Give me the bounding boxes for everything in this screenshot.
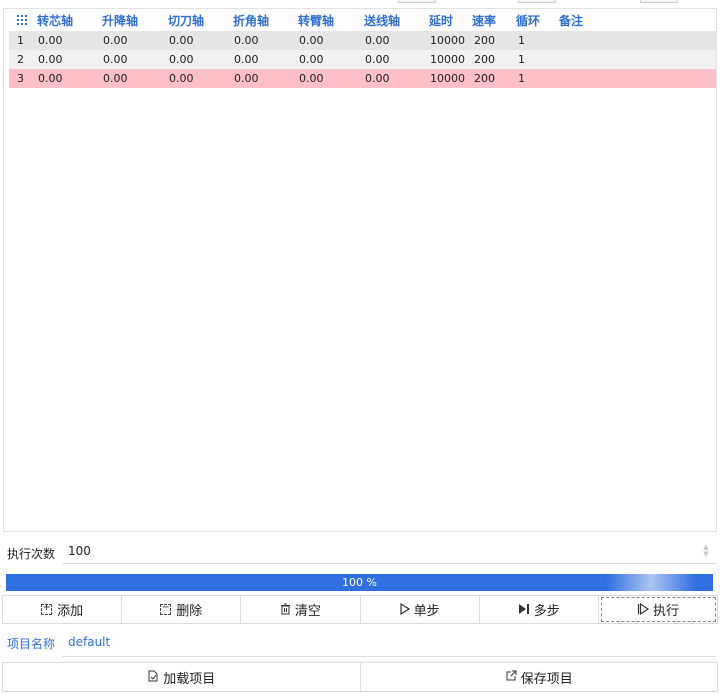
top-tab-stub [640,0,678,3]
table-cell[interactable]: 1 [518,34,525,47]
column-header[interactable]: 升降轴 [102,12,138,29]
delete-box-icon [160,602,172,615]
table-cell[interactable]: 0.00 [103,72,128,85]
table-cell[interactable]: 0.00 [234,53,259,66]
column-header[interactable]: 延时 [429,12,453,29]
progress-bar: 100 % [6,574,713,591]
table-cell[interactable]: 1 [518,53,525,66]
multi-step-button[interactable]: 多步 [479,595,599,624]
column-header[interactable]: 转芯轴 [37,12,73,29]
table-cell[interactable]: 10000 [430,72,465,85]
column-header[interactable]: 折角轴 [233,12,269,29]
column-header[interactable]: 转臂轴 [298,12,334,29]
row-index: 3 [17,72,24,85]
add-button[interactable]: 添加 [2,595,123,624]
clear-button[interactable]: 清空 [241,595,361,624]
table-cell[interactable]: 0.00 [299,72,324,85]
table-row-selected[interactable]: 3 0.00 0.00 0.00 0.00 0.00 0.00 10000 20… [9,69,716,88]
column-header[interactable]: 备注 [559,12,583,29]
table-cell[interactable]: 0.00 [365,34,390,47]
project-name-underline [62,656,716,657]
exec-count-input[interactable] [62,538,716,564]
row-index: 1 [17,34,24,47]
table-cell[interactable]: 1 [518,72,525,85]
play-outline-icon [399,602,410,617]
table-cell[interactable]: 0.00 [365,53,390,66]
load-project-button[interactable]: 加载项目 [2,662,361,692]
top-tab-stub [398,0,436,3]
row-index: 2 [17,53,24,66]
load-file-icon [147,670,159,684]
table-row[interactable]: 1 0.00 0.00 0.00 0.00 0.00 0.00 10000 20… [9,31,716,50]
export-file-icon [505,670,517,684]
sequence-table[interactable]: 转芯轴 升降轴 切刀轴 折角轴 转臂轴 送线轴 延时 速率 循环 备注 1 0.… [3,8,717,532]
column-header[interactable]: 速率 [472,12,496,29]
spin-arrows-icon[interactable]: ▲ ▼ [702,544,710,558]
add-box-icon [41,602,53,615]
table-cell[interactable]: 0.00 [169,72,194,85]
table-cell[interactable]: 0.00 [299,53,324,66]
table-cell[interactable]: 0.00 [38,72,63,85]
play-outline-icon [637,602,650,617]
table-row[interactable]: 2 0.00 0.00 0.00 0.00 0.00 0.00 10000 20… [9,50,716,69]
table-cell[interactable]: 10000 [430,34,465,47]
table-cell[interactable]: 0.00 [299,34,324,47]
column-header[interactable]: 送线轴 [364,12,400,29]
table-cell[interactable]: 200 [474,72,495,85]
column-header[interactable]: 循环 [516,12,540,29]
delete-button[interactable]: 删除 [122,595,242,624]
step-button-label: 单步 [413,604,440,619]
table-cell[interactable]: 0.00 [38,34,63,47]
clear-button-label: 清空 [294,604,321,619]
column-header[interactable]: 切刀轴 [168,12,204,29]
table-cell[interactable]: 10000 [430,53,465,66]
table-cell[interactable]: 0.00 [169,34,194,47]
action-toolbar: 添加 删除 清空 单步 多步 执行 [2,595,719,624]
table-cell[interactable]: 0.00 [365,72,390,85]
table-cell[interactable]: 0.00 [234,34,259,47]
execute-button[interactable]: 执行 [598,595,719,624]
save-project-label: 保存项目 [520,671,573,687]
multi-step-button-label: 多步 [533,604,560,619]
project-name-label: 项目名称 [7,637,56,651]
table-cell[interactable]: 200 [474,34,495,47]
table-cell[interactable]: 0.00 [103,53,128,66]
grid-dots-icon[interactable] [17,15,28,25]
table-header: 转芯轴 升降轴 切刀轴 折角轴 转臂轴 送线轴 延时 速率 循环 备注 [4,9,716,31]
table-cell[interactable]: 0.00 [38,53,63,66]
step-button[interactable]: 单步 [360,595,480,624]
table-cell[interactable]: 200 [474,53,495,66]
progress-text: 100 % [342,576,377,589]
top-tab-stub [518,0,556,3]
table-cell[interactable]: 0.00 [103,34,128,47]
project-name-value[interactable]: default [68,635,110,649]
execute-button-label: 执行 [652,604,679,619]
table-cell[interactable]: 0.00 [234,72,259,85]
table-cell[interactable]: 0.00 [169,53,194,66]
exec-count-label: 执行次数 [7,547,56,561]
load-project-label: 加载项目 [163,671,216,687]
step-forward-icon [518,603,530,617]
add-button-label: 添加 [57,604,84,619]
trash-icon [280,603,291,617]
project-toolbar: 加载项目 保存项目 [2,662,718,692]
save-project-button[interactable]: 保存项目 [360,662,718,692]
delete-button-label: 删除 [176,604,203,619]
